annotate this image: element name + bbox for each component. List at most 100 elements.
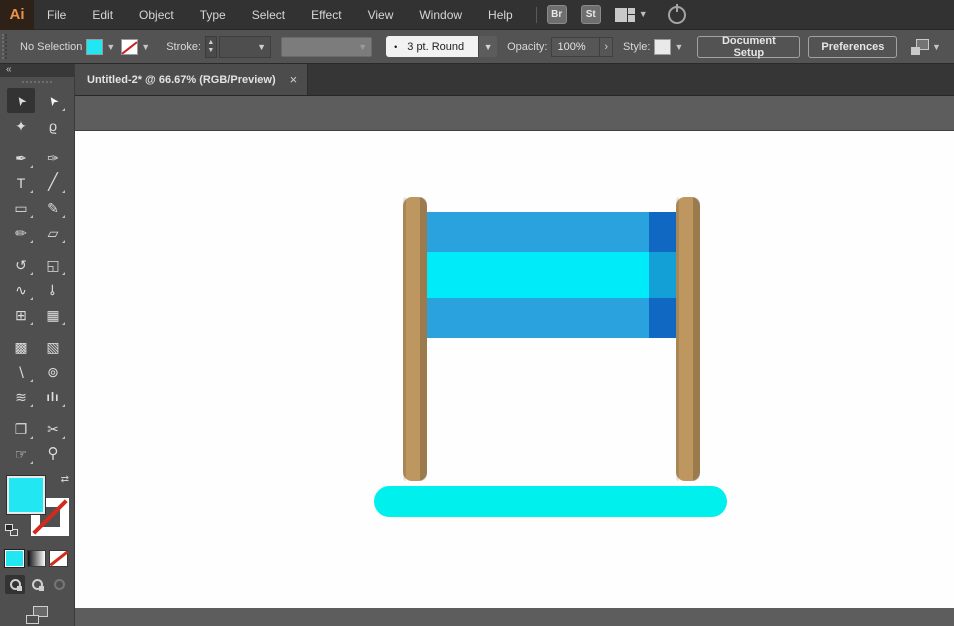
paintbrush-tool[interactable]: ✎ [39, 195, 67, 220]
bridge-icon[interactable]: Br [546, 5, 567, 24]
menu-object[interactable]: Object [126, 0, 187, 29]
stroke-width-stepper[interactable]: ▲ ▼ [205, 35, 217, 58]
stock-icon[interactable]: St [580, 5, 601, 24]
banner-stripe-top[interactable] [424, 212, 677, 252]
opacity-label: Opacity: [507, 40, 548, 53]
arrange-chevron-icon[interactable]: ▼ [932, 42, 941, 52]
column-graph-tool[interactable]: ılı [39, 384, 67, 409]
artboard[interactable] [75, 130, 954, 608]
fill-indicator[interactable] [7, 476, 45, 514]
drawing-mode-buttons [5, 575, 69, 594]
color-button[interactable] [4, 549, 25, 568]
artboard-tool[interactable]: ❐ [7, 416, 35, 441]
workspace-grid-icon [614, 7, 635, 22]
eraser-tool[interactable]: ▱ [39, 220, 67, 245]
document-setup-button[interactable]: Document Setup [697, 35, 801, 59]
line-segment-icon: ╱ [48, 173, 58, 191]
shaper-tool[interactable]: ✏ [7, 220, 35, 245]
line-segment-tool[interactable]: ╱ [39, 170, 67, 195]
symbol-sprayer-tool[interactable]: ≋ [7, 384, 35, 409]
eraser-icon: ▱ [47, 224, 59, 241]
eyedropper-tool[interactable]: ∖ [7, 359, 35, 384]
brush-chevron-icon[interactable]: ▼ [478, 36, 498, 57]
magic-wand-tool[interactable]: ✦ [7, 113, 35, 138]
default-fill-stroke-icon[interactable] [5, 524, 18, 536]
toolbox-grip[interactable] [0, 77, 74, 86]
menu-window[interactable]: Window [406, 0, 475, 29]
fill-color-swatch[interactable] [86, 38, 104, 55]
banner-stripe-bottom[interactable] [424, 298, 677, 338]
menu-type[interactable]: Type [187, 0, 239, 29]
draw-normal-button[interactable] [5, 575, 25, 594]
draw-inside-button[interactable] [49, 575, 69, 594]
stroke-width-combo[interactable]: ▼ [218, 35, 272, 58]
direct-selection-tool[interactable]: ➤ [39, 88, 67, 113]
direct-selection-tool-icon: ➤ [44, 92, 62, 109]
eyedropper-icon: ∖ [16, 363, 26, 380]
app-logo[interactable]: Ai [0, 0, 34, 30]
workspace-switcher-icon[interactable]: ▼ [614, 7, 648, 22]
fill-chevron-icon[interactable]: ▼ [106, 42, 115, 52]
change-screen-mode-icon[interactable] [26, 606, 48, 624]
stepper-down-icon[interactable]: ▼ [207, 47, 214, 55]
menu-file[interactable]: File [34, 0, 79, 29]
brush-field[interactable]: • 3 pt. Round [386, 36, 479, 57]
menu-help[interactable]: Help [475, 0, 526, 29]
menu-edit[interactable]: Edit [79, 0, 126, 29]
blend-tool[interactable]: ⊚ [39, 359, 67, 384]
selection-tool[interactable]: ➤ [7, 88, 35, 113]
curvature-tool[interactable]: ✑ [39, 145, 67, 170]
rectangle-tool[interactable]: ▭ [7, 195, 35, 220]
width-tool[interactable]: ∿ [7, 277, 35, 302]
close-icon[interactable]: × [290, 72, 298, 87]
perspective-grid-tool[interactable]: ▦ [39, 302, 67, 327]
arrange-documents-icon[interactable] [911, 38, 930, 55]
lasso-tool[interactable]: ϱ [39, 113, 67, 138]
brush-definition-combo[interactable]: • 3 pt. Round ▼ [386, 36, 498, 57]
style-label: Style: [622, 40, 651, 53]
zoom-tool[interactable]: ⚲ [39, 441, 67, 466]
menu-select[interactable]: Select [239, 0, 298, 29]
stroke-chevron-icon[interactable]: ▼ [141, 42, 150, 52]
pen-tool[interactable]: ✒ [7, 145, 35, 170]
gpu-performance-icon[interactable] [667, 3, 686, 24]
base-shape[interactable] [374, 486, 727, 517]
banner-shape[interactable] [424, 212, 677, 338]
stroke-width-chevron-icon[interactable]: ▼ [257, 42, 266, 52]
scale-tool[interactable]: ◱ [39, 252, 67, 277]
right-post-shape[interactable] [676, 197, 700, 481]
shape-builder-tool[interactable]: ⊞ [7, 302, 35, 327]
canvas-pasteboard[interactable] [75, 96, 954, 626]
none-button[interactable] [49, 550, 68, 567]
document-tab-bar: Untitled-2* @ 66.67% (RGB/Preview) × [75, 64, 954, 96]
menu-bar: Ai File Edit Object Type Select Effect V… [0, 0, 954, 30]
menu-effect[interactable]: Effect [298, 0, 354, 29]
mesh-tool[interactable]: ▩ [7, 334, 35, 359]
puppet-warp-tool[interactable]: ⊸ [39, 277, 67, 302]
preferences-button[interactable]: Preferences [808, 35, 898, 58]
toolbox-collapse-icon[interactable]: « [0, 64, 74, 77]
variable-width-profile-combo[interactable]: ▼ [281, 36, 373, 57]
stepper-up-icon[interactable]: ▲ [207, 39, 214, 47]
swap-fill-stroke-icon[interactable]: ⇄ [61, 474, 69, 485]
rotate-tool[interactable]: ↺ [7, 252, 35, 277]
draw-behind-button[interactable] [27, 575, 47, 594]
opacity-arrow-icon[interactable]: › [600, 36, 613, 57]
toolbox-panel: « ➤ ➤ ✦ ϱ ✒ ✑ T ╱ ▭ ✎ ✏ ▱ ↺ ◱ ∿ ⊸ ⊞ ▦ ▩ … [0, 64, 75, 626]
style-chevron-icon[interactable]: ▼ [674, 42, 683, 52]
document-tab[interactable]: Untitled-2* @ 66.67% (RGB/Preview) × [75, 64, 309, 95]
banner-stripe-middle[interactable] [424, 252, 677, 298]
left-post-shape[interactable] [403, 197, 427, 481]
menu-view[interactable]: View [355, 0, 407, 29]
lasso-icon: ϱ [48, 117, 58, 134]
panel-grip[interactable] [2, 34, 7, 59]
slice-tool[interactable]: ✂ [39, 416, 67, 441]
gradient-button[interactable] [27, 550, 46, 567]
opacity-input[interactable]: 100% [551, 36, 601, 57]
gradient-tool[interactable]: ▧ [39, 334, 67, 359]
type-tool[interactable]: T [7, 170, 35, 195]
style-swatch[interactable] [654, 38, 672, 55]
shaper-icon: ✏ [15, 224, 27, 241]
hand-tool[interactable]: ☞ [7, 441, 35, 466]
stroke-color-swatch[interactable] [121, 38, 139, 55]
